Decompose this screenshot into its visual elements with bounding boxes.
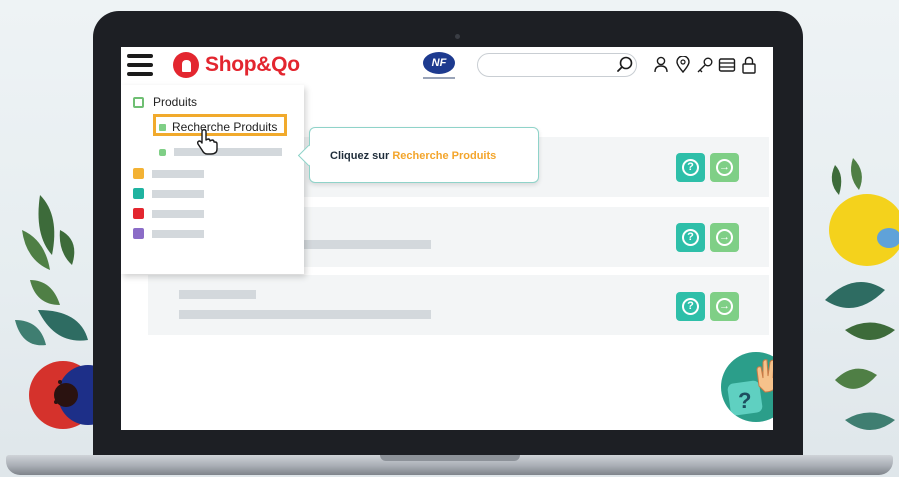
- text-placeholder: [152, 189, 204, 198]
- menu-item-placeholder[interactable]: [133, 208, 204, 219]
- network-icon: [133, 208, 144, 219]
- question-icon: ?: [682, 298, 699, 315]
- text-placeholder: [174, 148, 282, 156]
- title-placeholder: [179, 290, 256, 299]
- brand-name: Shop&Qo: [205, 53, 300, 76]
- truck-icon: [133, 188, 144, 199]
- laptop-screen: Shop&Qo NF ? → ? → ? → Produits Recherch…: [121, 47, 773, 430]
- help-button[interactable]: ?: [676, 292, 705, 321]
- menu-section-produits[interactable]: Produits: [133, 95, 197, 109]
- arrow-right-icon: →: [716, 229, 733, 246]
- help-button[interactable]: ?: [676, 223, 705, 252]
- tooltip-text: Cliquez sur Recherche Produits: [330, 150, 496, 162]
- search-icon[interactable]: [615, 55, 635, 75]
- location-pin-icon[interactable]: [674, 55, 692, 75]
- help-fab-button[interactable]: ?: [721, 352, 773, 422]
- text-placeholder: [152, 169, 204, 178]
- text-placeholder: [152, 209, 204, 218]
- laptop-notch: [380, 455, 520, 461]
- card-icon: [133, 168, 144, 179]
- arrow-right-icon: →: [716, 159, 733, 176]
- text-placeholder: [179, 310, 431, 319]
- nf-certification-badge: NF: [423, 52, 455, 74]
- key-icon[interactable]: [696, 55, 714, 75]
- text-placeholder: [152, 229, 204, 238]
- lock-icon[interactable]: [740, 55, 758, 75]
- header-icon-group: [652, 55, 758, 75]
- tooltip-prefix: Cliquez sur: [330, 150, 393, 162]
- hand-cursor-icon: [196, 128, 218, 155]
- instruction-tooltip: Cliquez sur Recherche Produits: [309, 127, 539, 183]
- svg-text:?: ?: [738, 388, 751, 413]
- help-button[interactable]: ?: [676, 153, 705, 182]
- lemon-decoration: [825, 158, 899, 430]
- menu-item-placeholder[interactable]: [133, 168, 204, 179]
- webcam: [455, 34, 460, 39]
- question-icon: ?: [682, 159, 699, 176]
- go-button[interactable]: →: [710, 292, 739, 321]
- brand-logo[interactable]: Shop&Qo: [173, 52, 300, 78]
- top-bar: Shop&Qo NF: [121, 47, 773, 85]
- arrow-right-icon: →: [716, 298, 733, 315]
- go-button[interactable]: →: [710, 153, 739, 182]
- person-icon: [133, 228, 144, 239]
- menu-item-placeholder[interactable]: [159, 148, 282, 156]
- navigation-dropdown: Produits Recherche Produits: [121, 85, 304, 274]
- help-hand-icon: ?: [727, 359, 773, 416]
- go-button[interactable]: →: [710, 223, 739, 252]
- hamburger-menu-icon[interactable]: [127, 54, 153, 76]
- menu-item-placeholder[interactable]: [133, 228, 204, 239]
- search-box[interactable]: [477, 53, 637, 77]
- search-input[interactable]: [488, 57, 612, 75]
- menu-item-label: Recherche Produits: [172, 120, 278, 134]
- produits-icon: [133, 96, 144, 108]
- user-icon[interactable]: [652, 55, 670, 75]
- bullet-icon: [159, 123, 166, 131]
- wallet-icon[interactable]: [718, 55, 736, 75]
- menu-section-label: Produits: [153, 95, 198, 109]
- menu-item-placeholder[interactable]: [133, 188, 204, 199]
- question-icon: ?: [682, 229, 699, 246]
- brand-logo-mark: [173, 52, 199, 78]
- tooltip-highlight: Recherche Produits: [392, 150, 497, 162]
- product-card: ? →: [148, 275, 769, 335]
- bullet-icon: [159, 148, 166, 156]
- nf-badge-underline: [423, 77, 455, 79]
